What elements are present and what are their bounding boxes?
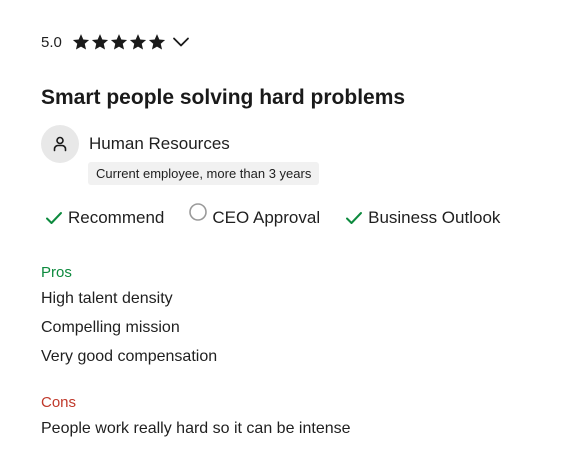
cons-heading: Cons [41, 394, 77, 411]
star-icon [148, 33, 166, 51]
pros-line: Compelling mission [41, 319, 180, 336]
avatar [41, 125, 79, 163]
check-icon [344, 208, 364, 228]
person-icon [51, 135, 69, 153]
review-title[interactable]: Smart people solving hard problems [41, 86, 405, 110]
cons-line: People work really hard so it can be int… [41, 420, 351, 437]
rating-row: 5.0 [41, 30, 191, 54]
pros-heading: Pros [41, 264, 72, 281]
recommend-rating: Recommend [44, 208, 164, 228]
star-rating [72, 33, 167, 51]
pros-line: Very good compensation [41, 348, 218, 365]
ceo-approval-label: CEO Approval [212, 208, 321, 227]
star-icon [72, 33, 90, 51]
ceo-approval-rating: CEO Approval [188, 203, 321, 228]
recommend-label: Recommend [68, 208, 165, 227]
chevron-down-icon[interactable] [171, 32, 191, 52]
pros-line: High talent density [41, 290, 173, 307]
star-icon [129, 33, 147, 51]
sub-ratings: Recommend CEO Approval Business Outlook [44, 203, 500, 228]
star-icon [91, 33, 109, 51]
star-icon [110, 33, 128, 51]
job-title: Human Resources [89, 134, 230, 153]
business-outlook-label: Business Outlook [368, 208, 501, 227]
employment-badge: Current employee, more than 3 years [88, 162, 320, 185]
business-outlook-rating: Business Outlook [344, 208, 500, 228]
author-row: Human Resources [41, 125, 230, 163]
circle-icon [188, 202, 208, 222]
check-icon [44, 208, 64, 228]
rating-value: 5.0 [41, 33, 62, 51]
review-card: 5.0 Smart people solving hard problems H… [0, 0, 578, 461]
